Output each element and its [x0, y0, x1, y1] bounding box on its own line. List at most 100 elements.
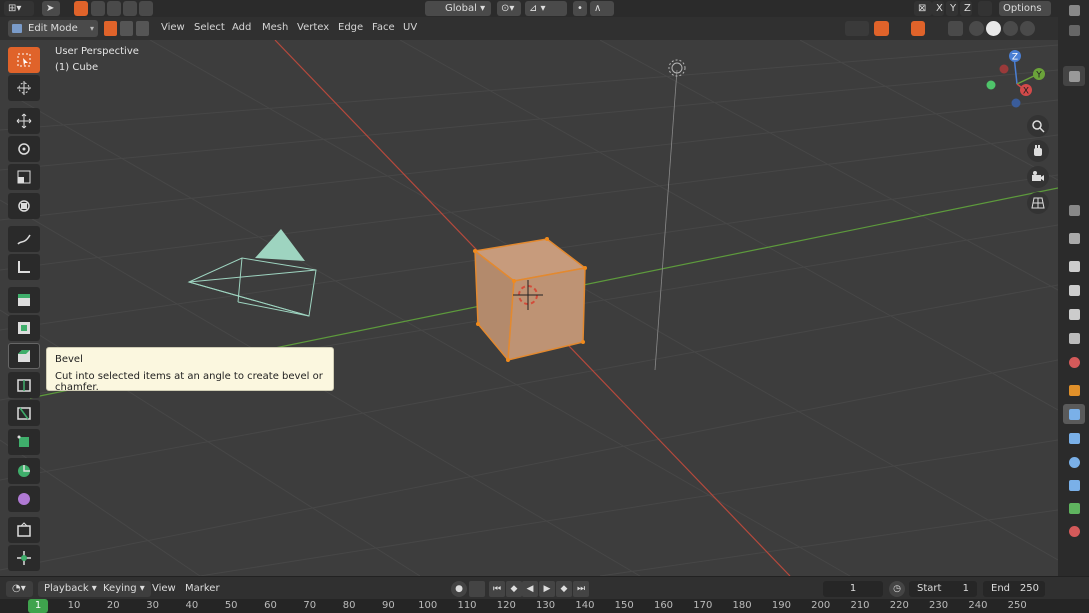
menu-view[interactable]: View — [161, 22, 185, 33]
view-layer-icon[interactable] — [1063, 304, 1085, 324]
timeline-editor-type-icon[interactable]: ◔▾ — [6, 581, 33, 597]
rotate-tool[interactable] — [8, 136, 40, 162]
world-properties-icon[interactable] — [1063, 352, 1085, 372]
menu-edge[interactable]: Edge — [338, 22, 363, 33]
mirror-x-toggle[interactable]: X — [932, 1, 944, 16]
frame-ruler[interactable]: 1 10 20 30 40 50 60 70 80 90 100 110 120 130 140 150 16… — [0, 599, 1089, 613]
vertex-select-mode-button[interactable] — [104, 21, 117, 36]
visibility-dropdown[interactable] — [845, 21, 869, 36]
scale-tool[interactable] — [8, 164, 40, 190]
record-button[interactable]: ● — [451, 581, 467, 597]
playback-dropdown[interactable]: Playback ▾ — [38, 581, 103, 597]
gizmo-toggle-icon[interactable] — [874, 21, 889, 36]
material-properties-icon[interactable] — [1063, 521, 1085, 541]
render-properties-icon[interactable] — [1063, 256, 1085, 276]
end-frame-field[interactable]: End 250 — [983, 581, 1045, 597]
menu-face[interactable]: Face — [372, 22, 395, 33]
select-mode-invert-icon[interactable] — [123, 1, 137, 16]
extrude-tool[interactable] — [8, 287, 40, 313]
auto-merge-icon[interactable] — [978, 1, 992, 16]
falloff-dropdown[interactable]: ∧ — [590, 1, 614, 16]
menu-vertex[interactable]: Vertex — [297, 22, 329, 33]
mirror-y-toggle[interactable]: Y — [946, 1, 958, 16]
outliner-item-icon[interactable] — [1063, 66, 1085, 86]
knife-tool[interactable] — [8, 400, 40, 426]
camera-view-icon[interactable] — [1027, 166, 1049, 188]
annotate-tool[interactable] — [8, 226, 40, 252]
mirror-z-toggle[interactable]: Z — [960, 1, 972, 16]
object-properties-icon[interactable] — [1063, 380, 1085, 400]
measure-tool[interactable] — [8, 254, 40, 280]
next-keyframe-button[interactable]: ◆ — [556, 581, 572, 597]
3d-viewport[interactable]: Z Y X User Perspective (1) Cube — [0, 40, 1058, 576]
solid-shading-icon[interactable] — [986, 21, 1001, 36]
edge-slide-tool[interactable] — [8, 517, 40, 543]
play-button[interactable]: ▶ — [539, 581, 555, 597]
face-select-mode-button[interactable] — [136, 21, 149, 36]
play-reverse-button[interactable]: ◀ — [522, 581, 538, 597]
select-mode-new-icon[interactable] — [74, 1, 88, 16]
particles-properties-icon[interactable] — [1063, 428, 1085, 448]
outliner-editor-icon[interactable] — [1063, 0, 1085, 20]
timeline-marker-menu[interactable]: Marker — [185, 583, 220, 594]
menu-select[interactable]: Select — [194, 22, 225, 33]
move-tool[interactable] — [8, 108, 40, 134]
mode-dropdown[interactable]: Edit Mode ▾ — [8, 20, 98, 37]
overlay-toggle-icon[interactable] — [911, 21, 925, 36]
navigation-gizmo[interactable]: Z Y X — [986, 50, 1046, 108]
zoom-icon[interactable] — [1027, 115, 1049, 137]
spin-tool[interactable] — [8, 458, 40, 484]
scene-properties-icon[interactable] — [1063, 328, 1085, 348]
select-mode-intersect-icon[interactable] — [139, 1, 153, 16]
editor-type-icon[interactable]: ⊞▾ — [4, 1, 34, 16]
wireframe-shading-icon[interactable] — [969, 21, 984, 36]
smooth-tool[interactable] — [8, 486, 40, 512]
modifier-properties-wrench-icon[interactable] — [1063, 404, 1085, 424]
start-frame-field[interactable]: Start 1 — [909, 581, 977, 597]
current-frame-marker[interactable]: 1 — [28, 599, 48, 613]
transform-orientation-dropdown[interactable]: Global ▾ — [425, 1, 491, 16]
tool-properties-icon[interactable] — [1063, 228, 1085, 248]
loop-cut-icon — [17, 379, 31, 392]
menu-mesh[interactable]: Mesh — [262, 22, 288, 33]
proportional-editing-icon[interactable]: • — [573, 1, 587, 16]
physics-properties-icon[interactable] — [1063, 452, 1085, 472]
jump-end-button[interactable]: ⏭ — [573, 581, 589, 597]
output-properties-icon[interactable] — [1063, 280, 1085, 300]
jump-start-button[interactable]: ⏮ — [489, 581, 505, 597]
select-mode-subtract-icon[interactable] — [107, 1, 121, 16]
select-tool-icon[interactable]: ➤ — [42, 1, 60, 16]
snap-dropdown[interactable]: ⊿ ▾ — [525, 1, 567, 16]
pivot-point-dropdown[interactable]: ⊙▾ — [497, 1, 521, 16]
cursor-tool[interactable] — [8, 75, 40, 101]
select-box-tool[interactable] — [8, 47, 40, 73]
inset-tool[interactable] — [8, 315, 40, 341]
keying-dropdown[interactable]: Keying ▾ — [97, 581, 151, 597]
timeline-view-menu[interactable]: View — [152, 583, 176, 594]
constraints-properties-icon[interactable] — [1063, 475, 1085, 495]
material-shading-icon[interactable] — [1003, 21, 1018, 36]
auto-key-dropdown[interactable] — [469, 581, 485, 597]
select-mode-extend-icon[interactable] — [91, 1, 105, 16]
pan-hand-icon[interactable] — [1027, 140, 1049, 162]
mirror-icon[interactable]: ⊠ — [914, 1, 932, 16]
data-properties-icon[interactable] — [1063, 498, 1085, 518]
properties-editor-icon[interactable] — [1063, 200, 1085, 220]
transform-tool[interactable] — [8, 193, 40, 219]
shrink-fatten-tool[interactable] — [8, 545, 40, 571]
prev-keyframe-button[interactable]: ◆ — [506, 581, 522, 597]
menu-add[interactable]: Add — [232, 22, 251, 33]
rendered-shading-icon[interactable] — [1020, 21, 1035, 36]
current-frame-field[interactable]: 1 — [823, 581, 883, 597]
edge-select-mode-button[interactable] — [120, 21, 133, 36]
xray-toggle-icon[interactable] — [948, 21, 963, 36]
bevel-tool[interactable] — [8, 343, 40, 369]
loop-cut-tool[interactable] — [8, 372, 40, 398]
options-dropdown[interactable]: Options ▾ — [999, 1, 1051, 29]
active-object-label: (1) Cube — [55, 62, 99, 73]
menu-uv[interactable]: UV — [403, 22, 417, 33]
outliner-filter-icon[interactable] — [1063, 20, 1085, 40]
perspective-toggle-icon[interactable] — [1027, 192, 1049, 214]
stopwatch-icon[interactable]: ◷ — [889, 581, 905, 597]
poly-build-tool[interactable] — [8, 429, 40, 455]
